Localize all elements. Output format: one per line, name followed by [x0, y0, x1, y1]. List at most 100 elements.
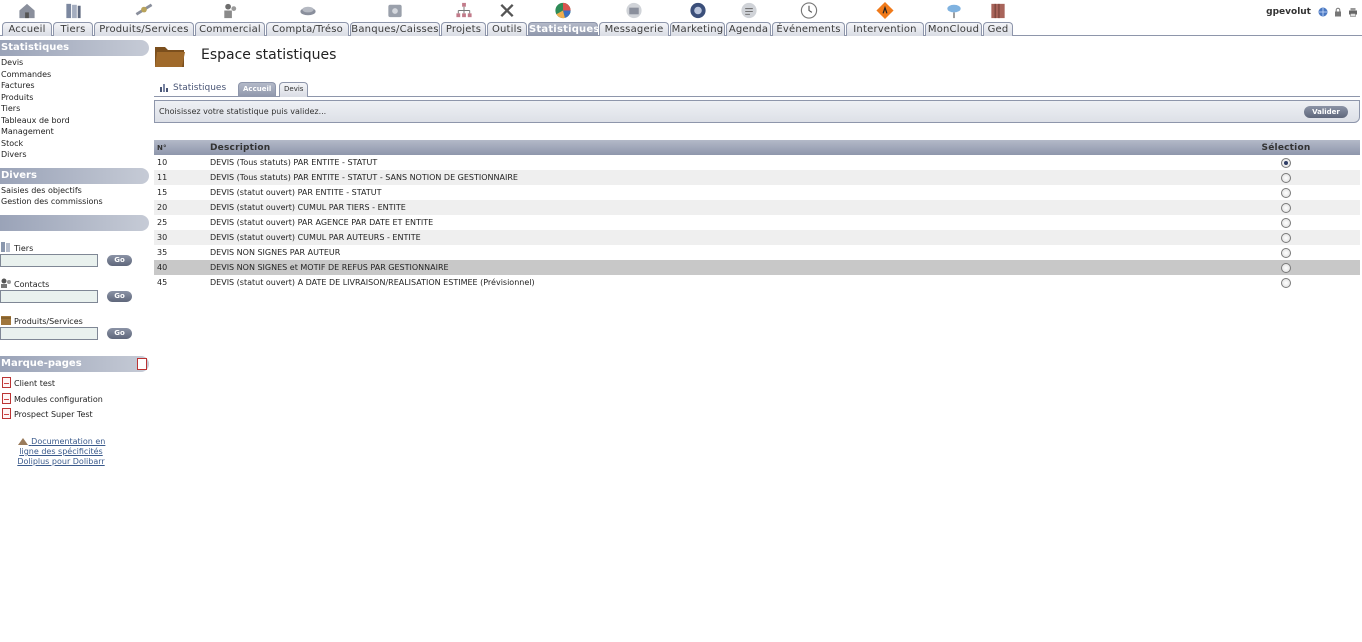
menu-tab-label: Projets — [441, 22, 486, 36]
search-tiers-go-button[interactable]: Go — [107, 255, 132, 266]
menu-tab--v-nements[interactable]: Événements — [772, 0, 845, 36]
menu-tab-label: Banques/Caisses — [350, 22, 440, 36]
people-icon — [224, 3, 237, 19]
menu-tab-label: Messagerie — [599, 22, 669, 36]
contact-icon — [1, 278, 11, 288]
search-products-input[interactable] — [0, 327, 98, 340]
menu-tab-label: Outils — [487, 22, 527, 36]
search-products-go-button[interactable]: Go — [107, 328, 132, 339]
sub-tabs-title: Statistiques — [159, 82, 226, 93]
left-menu-divers-title[interactable]: Divers — [0, 167, 149, 184]
menu-tab-tiers[interactable]: Tiers — [53, 0, 93, 36]
bookmark-list: Client test Modules configuration Prospect… — [0, 372, 149, 419]
tools-icon — [500, 3, 514, 18]
column-header-num: N° — [154, 140, 210, 155]
row-selection-radio[interactable] — [1281, 172, 1291, 183]
left-menu-stats-item[interactable]: Management — [0, 126, 149, 138]
row-description: DEVIS (Tous statuts) PAR ENTITE - STATUT — [210, 155, 1212, 170]
search-products-label: Produits/Services — [14, 316, 83, 326]
bookmark-add-icon[interactable] — [137, 357, 147, 370]
left-menu-stats-item[interactable]: Divers — [0, 149, 149, 161]
menu-tab-label: Marketing — [670, 22, 725, 36]
search-contacts-go-button[interactable]: Go — [107, 291, 132, 302]
menu-tab-projets[interactable]: Projets — [441, 0, 486, 36]
tab-accueil[interactable]: Accueil — [238, 82, 277, 97]
row-description: DEVIS (Tous statuts) PAR ENTITE - STATUT… — [210, 170, 1212, 185]
menu-tab-accueil[interactable]: Accueil — [2, 0, 52, 36]
left-menu-stats-items: Devis Commandes Factures Produits Tiers Table… — [0, 56, 149, 161]
left-menu-divers-item[interactable]: Saisies des objectifs — [0, 185, 149, 197]
menu-tab-banques-caisses[interactable]: Banques/Caisses — [350, 0, 440, 36]
bookmarks-title[interactable]: Marque-pages — [0, 355, 149, 372]
left-menu-stats-item[interactable]: Commandes — [0, 69, 149, 81]
table-row[interactable]: 40 DEVIS NON SIGNES et MOTIF DE REFUS PAR… — [154, 260, 1360, 275]
row-selection-radio[interactable] — [1281, 262, 1291, 273]
menu-tab-ged[interactable]: Ged — [983, 0, 1013, 36]
bookmark-label: Modules configuration — [14, 394, 103, 404]
row-num: 11 — [154, 170, 210, 185]
row-num: 25 — [154, 215, 210, 230]
row-selection-radio[interactable] — [1281, 277, 1291, 288]
table-row[interactable]: 15 DEVIS (statut ouvert) PAR ENTITE - STA… — [154, 185, 1360, 200]
left-menu-stats-item[interactable]: Devis — [0, 57, 149, 69]
search-block-header — [0, 214, 149, 231]
search-tiers-label: Tiers — [14, 243, 34, 253]
menu-tab-compta-tr-so[interactable]: Compta/Tréso — [266, 0, 349, 36]
left-menu-stats-item[interactable]: Tableaux de bord — [0, 115, 149, 127]
row-selection-radio[interactable] — [1281, 232, 1291, 243]
satellite-icon — [135, 3, 153, 16]
bookmark-item[interactable]: Prospect Super Test — [0, 404, 149, 419]
table-row[interactable]: 11 DEVIS (Tous statuts) PAR ENTITE - STAT… — [154, 170, 1360, 185]
row-selection-cell — [1212, 260, 1360, 275]
row-description: DEVIS NON SIGNES et MOTIF DE REFUS PAR G… — [210, 260, 1212, 275]
menu-tab-label: Agenda — [726, 22, 771, 36]
search-contacts-input[interactable] — [0, 290, 98, 303]
table-row[interactable]: 45 DEVIS (statut ouvert) A DATE DE LIVRAI… — [154, 275, 1360, 290]
row-selection-radio[interactable] — [1281, 187, 1291, 198]
statistics-table: N° Description Sélection 10 DEVIS (Tous s… — [154, 140, 1360, 290]
printer-icon[interactable] — [1348, 7, 1358, 17]
search-tiers-input[interactable] — [0, 254, 98, 267]
row-selection-cell — [1212, 170, 1360, 185]
row-selection-radio[interactable] — [1281, 157, 1291, 168]
menu-tab-agenda[interactable]: Agenda — [726, 0, 771, 36]
search-contacts: Contacts Go — [0, 273, 149, 305]
menu-tab-commercial[interactable]: Commercial — [195, 0, 265, 36]
bookmark-item[interactable]: Client test — [0, 373, 149, 388]
documentation-link[interactable]: Documentation en ligne des spécificités … — [6, 437, 116, 467]
table-row[interactable]: 25 DEVIS (statut ouvert) PAR AGENCE PAR D… — [154, 215, 1360, 230]
menu-tab-outils[interactable]: Outils — [487, 0, 527, 36]
row-selection-radio[interactable] — [1281, 217, 1291, 228]
row-selection-cell — [1212, 155, 1360, 170]
menu-tab-label: Événements — [772, 22, 845, 36]
row-selection-radio[interactable] — [1281, 202, 1291, 213]
left-menu-stats-item[interactable]: Tiers — [0, 103, 149, 115]
menu-tab-statistiques[interactable]: Statistiques — [528, 0, 599, 36]
table-row[interactable]: 10 DEVIS (Tous statuts) PAR ENTITE - STAT… — [154, 155, 1360, 170]
username[interactable]: gpevolut — [1266, 7, 1311, 17]
left-menu-stats-item[interactable]: Produits — [0, 92, 149, 104]
safe-icon — [388, 4, 402, 18]
row-selection-radio[interactable] — [1281, 247, 1291, 258]
table-row[interactable]: 30 DEVIS (statut ouvert) CUMUL PAR AUTEUR… — [154, 230, 1360, 245]
table-row[interactable]: 20 DEVIS (statut ouvert) CUMUL PAR TIERS … — [154, 200, 1360, 215]
menu-tab-produits-services[interactable]: Produits/Services — [94, 0, 194, 36]
tab-devis[interactable]: Devis — [279, 82, 309, 97]
search-contacts-label: Contacts — [14, 279, 50, 289]
menu-tab-moncloud[interactable]: MonCloud — [925, 0, 982, 36]
left-menu-stats-item[interactable]: Stock — [0, 138, 149, 150]
column-header-selection: Sélection — [1212, 140, 1360, 155]
left-menu-stats-title[interactable]: Statistiques — [0, 40, 149, 56]
left-menu-divers-item[interactable]: Gestion des commissions — [0, 196, 149, 208]
menu-tab-marketing[interactable]: Marketing — [670, 0, 725, 36]
left-menu-stats-item[interactable]: Factures — [0, 80, 149, 92]
bookmark-item[interactable]: Modules configuration — [0, 388, 149, 404]
bookmarks-title-label: Marque-pages — [1, 357, 82, 369]
table-row[interactable]: 35 DEVIS NON SIGNES PAR AUTEUR — [154, 245, 1360, 260]
globe-icon[interactable] — [1318, 7, 1328, 17]
mail-icon — [626, 2, 642, 19]
menu-tab-intervention[interactable]: Intervention — [846, 0, 924, 36]
valider-button[interactable]: Valider — [1304, 106, 1348, 118]
lock-icon[interactable] — [1333, 7, 1343, 17]
menu-tab-messagerie[interactable]: Messagerie — [599, 0, 669, 36]
